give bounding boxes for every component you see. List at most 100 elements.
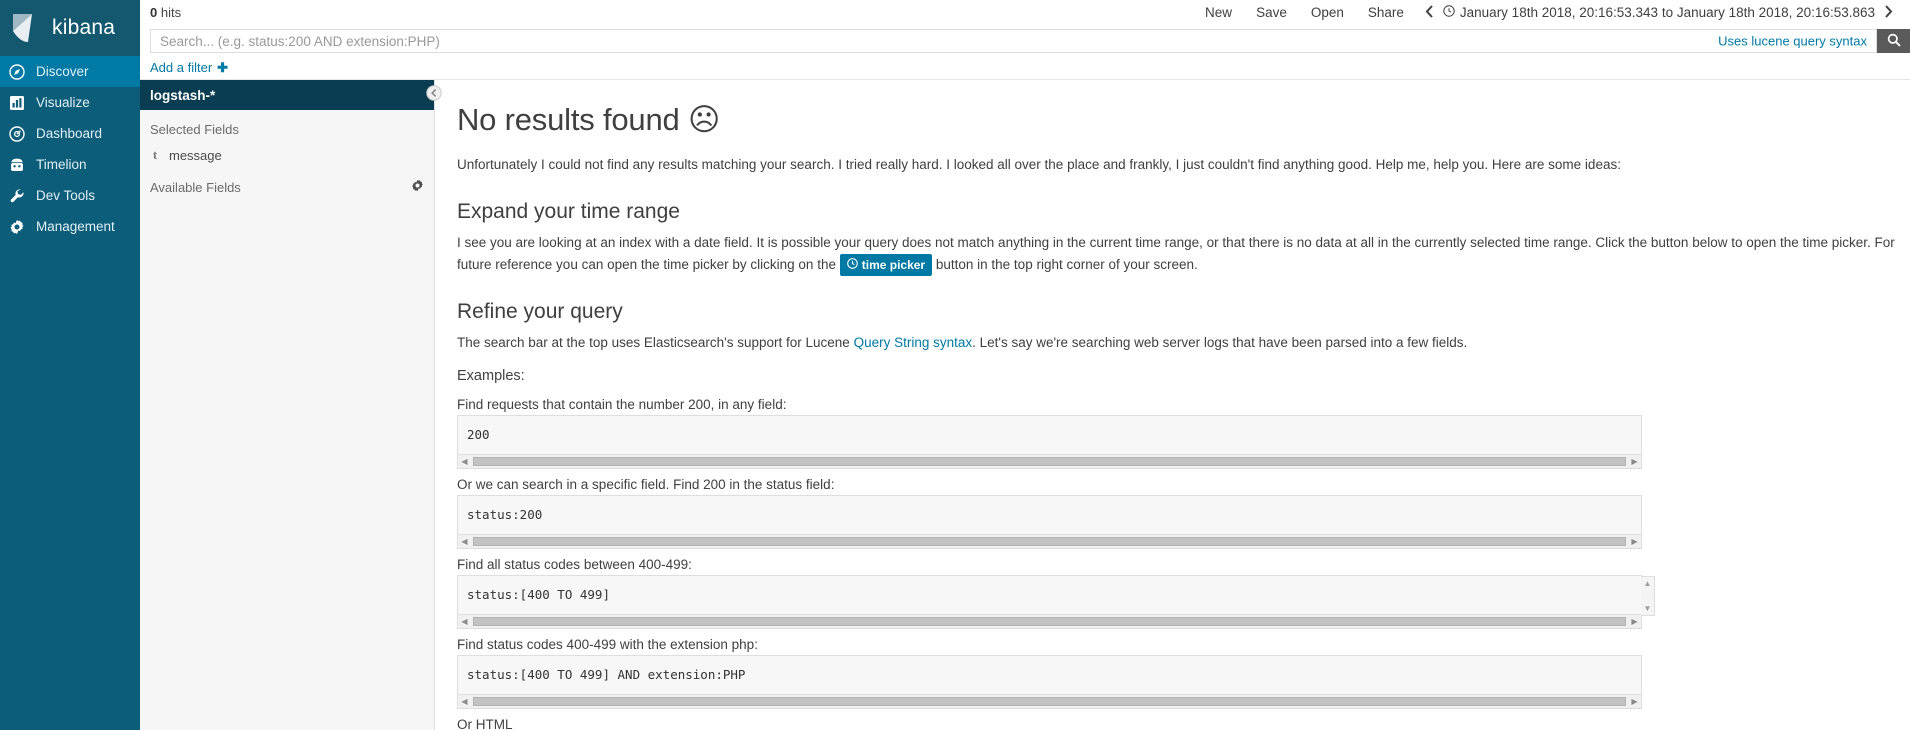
no-results-panel: No results found ☹ Unfortunately I could… <box>435 80 1910 730</box>
kibana-brand-label: kibana <box>52 16 116 39</box>
hits-label: hits <box>160 5 182 20</box>
example-code-text: status:200 <box>467 507 543 523</box>
example-code-block[interactable]: status:200 <box>457 495 1642 536</box>
sidebar-item-dev-tools[interactable]: Dev Tools <box>0 180 140 211</box>
sidebar-item-label: Visualize <box>36 95 90 110</box>
time-picker-badge-label: time picker <box>861 257 926 272</box>
example-label: Find status codes 400-499 with the exten… <box>457 637 758 653</box>
lucene-syntax-link[interactable]: Uses lucene query syntax <box>1712 33 1867 49</box>
wrench-icon <box>8 187 25 204</box>
index-pattern-label: logstash-* <box>150 87 216 103</box>
add-filter-label: Add a filter <box>150 60 213 75</box>
selected-fields-label: Selected Fields <box>150 122 239 137</box>
search-icon <box>1887 33 1901 50</box>
query-string-syntax-link[interactable]: Query String syntax <box>854 335 973 350</box>
sidebar-item-visualize[interactable]: Visualize <box>0 87 140 118</box>
example-label: Find requests that contain the number 20… <box>457 397 787 413</box>
examples-label: Examples: <box>457 368 525 385</box>
horizontal-scrollbar[interactable]: ◀ ▶ <box>457 535 1642 550</box>
scroll-left-icon[interactable]: ◀ <box>458 535 471 548</box>
search-button[interactable] <box>1877 29 1910 53</box>
top-bar-actions: New Save Open Share January 18th 2018, 2… <box>1193 4 1902 21</box>
dashboard-icon <box>8 125 25 142</box>
sidebar-item-timelion[interactable]: Timelion <box>0 149 140 180</box>
filter-bar-row: Add a filter ✚ <box>140 56 1910 80</box>
sidebar-item-dashboard[interactable]: Dashboard <box>0 118 140 149</box>
time-picker-badge[interactable]: time picker <box>839 253 933 277</box>
vertical-scrollbar[interactable]: ▲ ▼ <box>1641 576 1655 617</box>
example-code-block[interactable]: status:[400 TO 499] ▲ ▼ <box>457 575 1655 617</box>
scroll-left-icon[interactable]: ◀ <box>458 615 471 628</box>
scrollbar-thumb[interactable] <box>473 697 1626 707</box>
search-input-wrapper: Uses lucene query syntax <box>150 29 1877 53</box>
example-code-wrapper: status:[400 TO 499] AND extension:PHP ◀ … <box>457 655 1642 710</box>
field-item-message[interactable]: t message <box>140 143 434 167</box>
sidebar-item-label: Dev Tools <box>36 188 96 203</box>
scroll-left-icon[interactable]: ◀ <box>458 695 471 708</box>
add-filter-button[interactable]: Add a filter ✚ <box>150 60 228 76</box>
hits-count: 0 <box>150 5 158 20</box>
time-picker-range[interactable]: January 18th 2018, 20:16:53.343 to Janua… <box>1443 5 1875 20</box>
example-code-block[interactable]: 200 <box>457 415 1642 456</box>
new-button[interactable]: New <box>1193 5 1244 20</box>
refine-query-paragraph: The search bar at the top uses Elasticse… <box>457 333 1910 354</box>
share-button[interactable]: Share <box>1356 5 1416 20</box>
scroll-left-icon[interactable]: ◀ <box>458 455 471 468</box>
scroll-up-icon[interactable]: ▲ <box>1641 577 1654 590</box>
sidebar-item-label: Discover <box>36 64 89 79</box>
collapse-left-icon[interactable] <box>426 85 442 101</box>
example-code-wrapper: status:200 ◀ ▶ <box>457 495 1642 550</box>
sidebar-item-discover[interactable]: Discover <box>0 56 140 87</box>
search-bar-row: Uses lucene query syntax <box>140 26 1910 56</box>
example-code-block[interactable]: status:[400 TO 499] AND extension:PHP <box>457 655 1642 696</box>
timelion-icon <box>8 156 25 173</box>
example-label: Or HTML <box>457 717 513 730</box>
sidebar-item-management[interactable]: Management <box>0 211 140 242</box>
save-button[interactable]: Save <box>1244 5 1299 20</box>
refine-query-heading: Refine your query <box>457 300 623 324</box>
example-label: Or we can search in a specific field. Fi… <box>457 477 835 493</box>
sidebar-item-label: Timelion <box>36 157 87 172</box>
selected-fields-header: Selected Fields <box>140 110 434 143</box>
kibana-brand[interactable]: kibana <box>0 0 140 56</box>
horizontal-scrollbar[interactable]: ◀ ▶ <box>457 455 1642 470</box>
kibana-app: kibana Discover Visualize Dashboard Time <box>0 0 1910 730</box>
scrollbar-thumb[interactable] <box>473 457 1626 467</box>
expand-text-part2: button in the top right corner of your s… <box>935 256 1198 272</box>
hits-counter: 0 hits <box>150 5 181 20</box>
scroll-right-icon[interactable]: ▶ <box>1628 695 1641 708</box>
scrollbar-track[interactable] <box>471 696 1628 707</box>
clock-icon <box>846 256 858 275</box>
available-fields-header: Available Fields <box>140 167 434 201</box>
scrollbar-track[interactable] <box>471 616 1628 627</box>
gear-icon <box>8 218 25 235</box>
expand-time-range-paragraph: I see you are looking at an index with a… <box>457 233 1910 277</box>
scroll-right-icon[interactable]: ▶ <box>1628 615 1641 628</box>
plus-icon: ✚ <box>217 59 229 75</box>
open-button[interactable]: Open <box>1299 5 1356 20</box>
scroll-right-icon[interactable]: ▶ <box>1628 455 1641 468</box>
clock-icon <box>1443 5 1455 20</box>
compass-icon <box>8 63 25 80</box>
scrollbar-track[interactable] <box>471 456 1628 467</box>
gear-icon[interactable] <box>411 179 424 195</box>
example-code-wrapper: 200 ◀ ▶ <box>457 415 1642 470</box>
horizontal-scrollbar[interactable]: ◀ ▶ <box>457 615 1642 630</box>
horizontal-scrollbar[interactable]: ◀ ▶ <box>457 695 1642 710</box>
scrollbar-thumb[interactable] <box>473 617 1626 627</box>
refine-text-before: The search bar at the top uses Elasticse… <box>457 335 850 351</box>
time-range-label: January 18th 2018, 20:16:53.343 to Janua… <box>1459 5 1875 20</box>
index-pattern-selector[interactable]: logstash-* <box>140 80 434 110</box>
field-sidebar-panel: logstash-* Selected Fields t message Ava… <box>140 80 442 730</box>
chevron-right-icon[interactable] <box>1875 4 1902 21</box>
search-input[interactable] <box>150 29 1877 53</box>
chevron-left-icon[interactable] <box>1416 4 1443 21</box>
scrollbar-thumb[interactable] <box>473 537 1626 547</box>
refine-text-after: . Let's say we're searching web server l… <box>972 335 1468 351</box>
top-bar: 0 hits New Save Open Share January 18th … <box>140 0 1910 26</box>
scroll-down-icon[interactable]: ▼ <box>1641 602 1654 615</box>
sidebar-item-label: Dashboard <box>36 126 103 141</box>
main-region: 0 hits New Save Open Share January 18th … <box>140 0 1910 730</box>
scrollbar-track[interactable] <box>471 536 1628 547</box>
scroll-right-icon[interactable]: ▶ <box>1628 535 1641 548</box>
